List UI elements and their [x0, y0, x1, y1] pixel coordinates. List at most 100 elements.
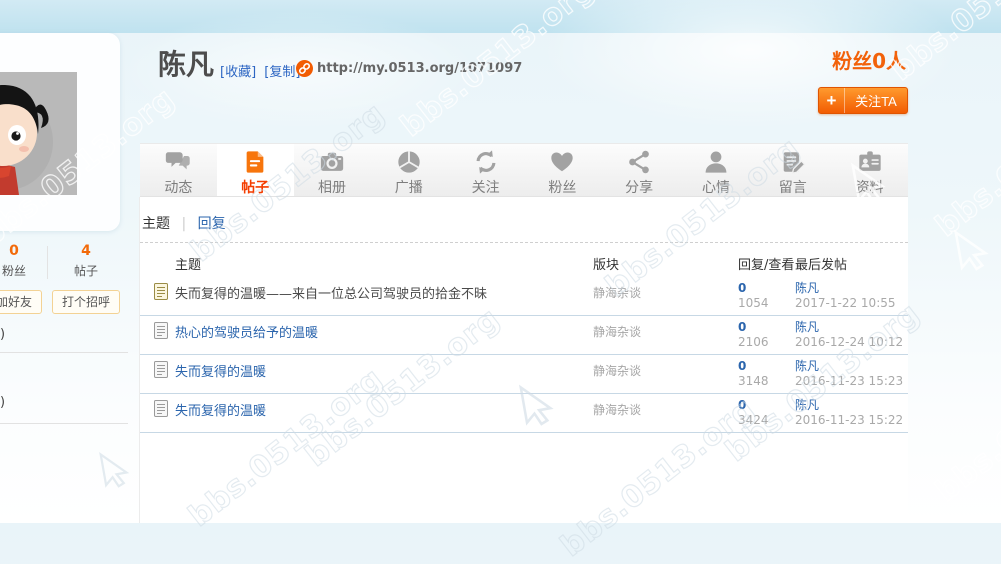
posts-table: 失而复得的温暖——来自一位总公司驾驶员的拾金不昧 静海杂谈 0 1054 陈凡 … — [140, 277, 908, 433]
subnav-topics[interactable]: 主题 — [142, 216, 170, 232]
table-row: 失而复得的温暖——来自一位总公司驾驶员的拾金不昧 静海杂谈 0 1054 陈凡 … — [140, 277, 908, 316]
favorite-link[interactable]: [收藏] — [220, 65, 256, 80]
posts-count: 4 — [60, 243, 112, 259]
tab-label: 关注 — [472, 177, 500, 197]
tab-following[interactable]: 关注 — [447, 144, 524, 196]
camera-icon — [319, 149, 345, 175]
tab-posts[interactable]: 帖子 — [217, 144, 294, 196]
tab-label: 分享 — [625, 177, 653, 197]
reply-count-link[interactable]: 0 — [738, 281, 769, 296]
tab-label: 心情 — [702, 177, 730, 197]
last-post-info: 陈凡 2017-1-22 10:55 — [795, 281, 896, 311]
site-watermark: bbs.0513.org — [929, 71, 1001, 244]
reply-count-link[interactable]: 0 — [738, 398, 769, 413]
last-poster-link[interactable]: 陈凡 — [795, 398, 819, 412]
thread-icon — [154, 322, 168, 339]
view-count: 1054 — [738, 296, 769, 311]
profile-header: 陈凡 [收藏] [复制] http://my.0513.org/1071097 … — [140, 33, 908, 143]
last-post-info: 陈凡 2016-11-23 15:22 — [795, 398, 903, 428]
fans-count: 0 — [0, 243, 40, 259]
view-count: 3424 — [738, 413, 769, 428]
main-content: 陈凡 [收藏] [复制] http://my.0513.org/1071097 … — [140, 33, 908, 523]
fans-count-banner: 粉丝0人 — [832, 45, 906, 74]
link-icon — [296, 60, 313, 77]
stat-fans[interactable]: 0 粉丝 — [0, 243, 40, 279]
tab-label: 资料 — [856, 177, 884, 197]
replies-views: 0 3424 — [738, 398, 769, 428]
tab-label: 相册 — [318, 177, 346, 197]
tab-label: 帖子 — [241, 177, 269, 197]
refresh-arrows-icon — [473, 149, 499, 175]
last-poster-link[interactable]: 陈凡 — [795, 320, 819, 334]
fans-label: 粉丝 — [0, 262, 40, 279]
tab-messages[interactable]: 留言 — [754, 144, 831, 196]
tab-broadcast[interactable]: 广播 — [370, 144, 447, 196]
forum-link[interactable]: 静海杂谈 — [593, 401, 641, 418]
view-count: 2106 — [738, 335, 769, 350]
chat-bubbles-icon — [165, 149, 191, 175]
id-card-icon — [857, 149, 883, 175]
replies-views: 0 2106 — [738, 320, 769, 350]
tab-albums[interactable]: 相册 — [294, 144, 371, 196]
forum-link[interactable]: 静海杂谈 — [593, 284, 641, 301]
avatar-cartoon-image — [0, 72, 77, 195]
add-friend-button[interactable]: 加好友 — [0, 290, 42, 314]
dashed-divider — [140, 242, 908, 243]
last-poster-link[interactable]: 陈凡 — [795, 359, 819, 373]
reply-count-link[interactable]: 0 — [738, 320, 769, 335]
subnav-separator: | — [181, 216, 186, 232]
forum-link[interactable]: 静海杂谈 — [593, 362, 641, 379]
table-row: 失而复得的温暖 静海杂谈 0 3424 陈凡 2016-11-23 15:22 — [140, 394, 908, 433]
tab-share[interactable]: 分享 — [601, 144, 678, 196]
sky-top-band — [0, 0, 1001, 33]
table-row: 热心的驾驶员给予的温暖 静海杂谈 0 2106 陈凡 2016-12-24 10… — [140, 316, 908, 355]
thread-icon — [154, 283, 168, 300]
globe-icon — [396, 149, 422, 175]
stat-posts[interactable]: 4 帖子 — [60, 243, 112, 279]
profile-tabs: 动态 帖子 相册 广播 关注 粉丝 分享 心情 — [140, 143, 908, 197]
profile-sidebar: 0 粉丝 4 帖子 加好友 打个招呼 ) ) — [0, 0, 140, 523]
tab-fans[interactable]: 粉丝 — [524, 144, 601, 196]
follow-button[interactable]: + 关注TA — [818, 87, 908, 114]
last-poster-link[interactable]: 陈凡 — [795, 281, 819, 295]
document-icon — [242, 149, 268, 175]
replies-views: 0 3148 — [738, 359, 769, 389]
header-topic: 主题 — [175, 254, 201, 273]
last-post-time: 2016-12-24 10:12 — [795, 335, 903, 350]
site-watermark: bbs.0513.org — [929, 336, 1001, 509]
reply-count-link[interactable]: 0 — [738, 359, 769, 374]
last-post-info: 陈凡 2016-11-23 15:23 — [795, 359, 903, 389]
subnav-replies[interactable]: 回复 — [198, 216, 226, 232]
posts-label: 帖子 — [60, 262, 112, 279]
header-actions: [收藏] [复制] — [220, 61, 304, 80]
say-hi-button[interactable]: 打个招呼 — [52, 290, 120, 314]
person-icon — [703, 149, 729, 175]
posts-panel: 主题 | 回复 主题 版块 回复/查看 最后发帖 失而复得的温暖——来自一位总公… — [140, 197, 908, 523]
table-row: 失而复得的温暖 静海杂谈 0 3148 陈凡 2016-11-23 15:23 — [140, 355, 908, 394]
avatar-card — [0, 33, 120, 231]
tab-updates[interactable]: 动态 — [140, 144, 217, 196]
truncated-section-label: ) — [0, 395, 5, 410]
tab-mood[interactable]: 心情 — [678, 144, 755, 196]
tab-label: 粉丝 — [548, 177, 576, 197]
thread-title-link[interactable]: 失而复得的温暖——来自一位总公司驾驶员的拾金不昧 — [175, 283, 487, 302]
thread-title-link[interactable]: 失而复得的温暖 — [175, 400, 266, 419]
posts-subnav: 主题 | 回复 — [142, 213, 226, 233]
replies-views: 0 1054 — [738, 281, 769, 311]
last-post-time: 2016-11-23 15:23 — [795, 374, 903, 389]
forum-link[interactable]: 静海杂谈 — [593, 323, 641, 340]
heart-icon — [549, 149, 575, 175]
space-url[interactable]: http://my.0513.org/1071097 — [317, 61, 522, 76]
tab-label: 留言 — [779, 177, 807, 197]
thread-icon — [154, 361, 168, 378]
user-name: 陈凡 — [158, 43, 214, 83]
thread-title-link[interactable]: 失而复得的温暖 — [175, 361, 266, 380]
avatar[interactable] — [0, 72, 77, 195]
tab-label: 广播 — [395, 177, 423, 197]
sidebar-divider — [0, 352, 128, 353]
last-post-time: 2017-1-22 10:55 — [795, 296, 896, 311]
tab-profile-info[interactable]: 资料 — [831, 144, 908, 196]
thread-title-link[interactable]: 热心的驾驶员给予的温暖 — [175, 322, 318, 341]
table-header: 主题 版块 回复/查看 最后发帖 — [140, 247, 908, 277]
plus-icon: + — [819, 88, 845, 113]
